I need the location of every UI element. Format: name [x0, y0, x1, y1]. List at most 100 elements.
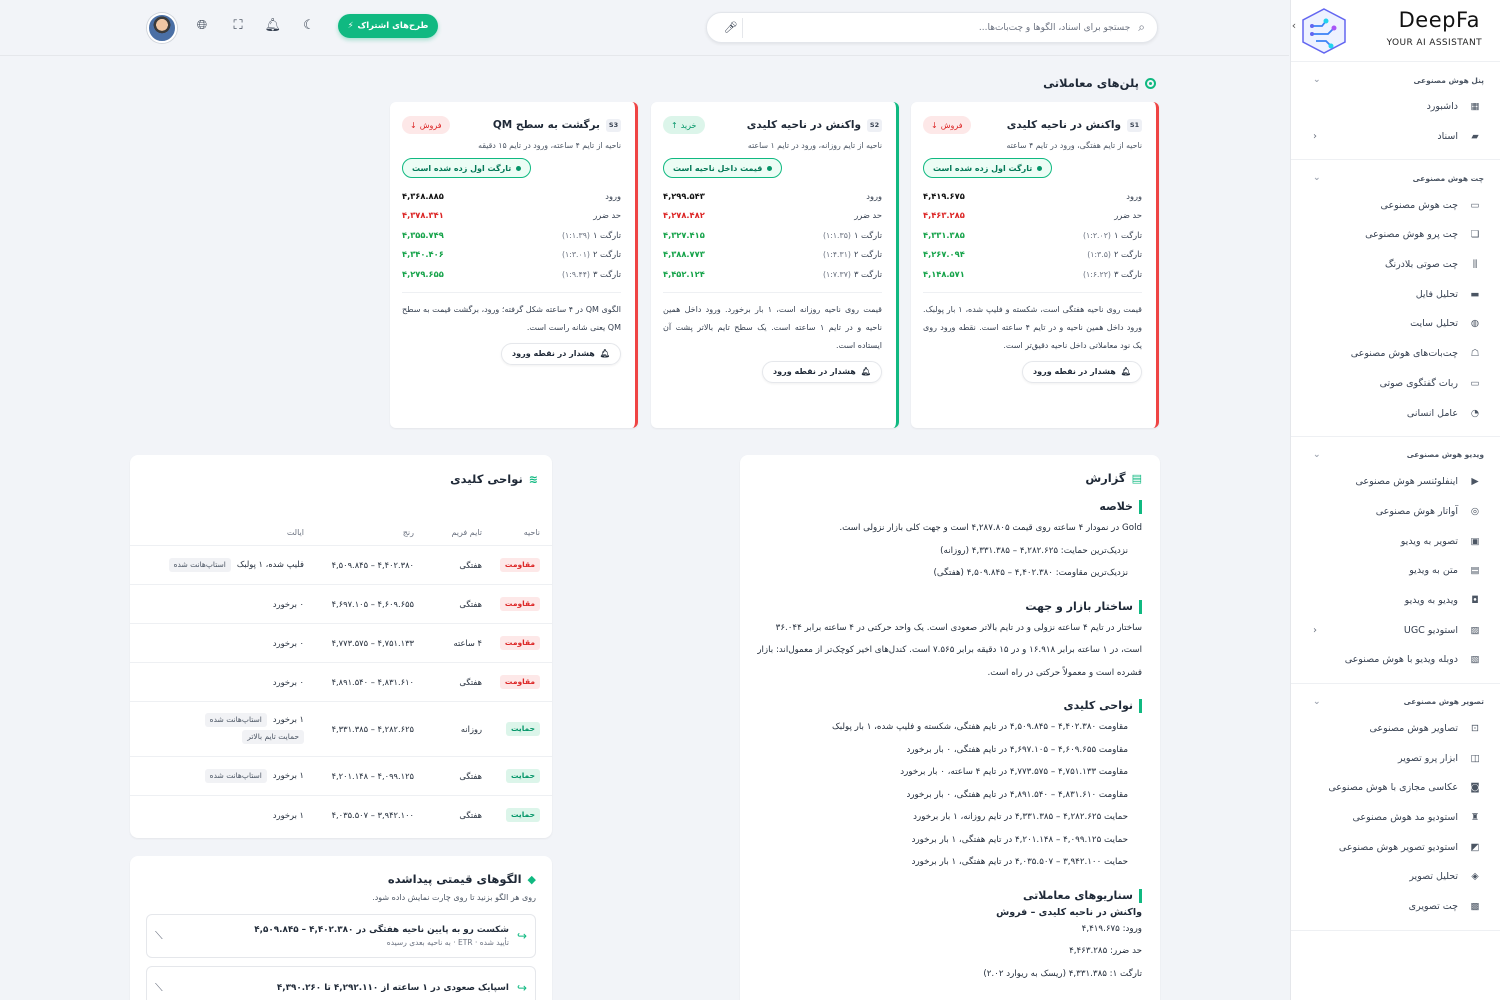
sidebar-item-label: داشبورد	[1426, 101, 1458, 113]
sidebar-item[interactable]: ◍ تحلیل سایت	[1291, 309, 1500, 339]
zone-state-cell: ۰ برخورد	[130, 661, 304, 701]
sidebar-item[interactable]: ▣ تصویر به ویدیو	[1291, 526, 1500, 556]
plan-status-badge: تارگت اول زده شده است	[923, 158, 1053, 178]
sidebar-item[interactable]: ◩ استودیو تصویر هوش مصنوعی	[1291, 832, 1500, 862]
entry-alert-button[interactable]: 🔔︎ هشدار در نقطه ورود	[762, 360, 882, 383]
entry-alert-button[interactable]: 🔔︎ هشدار در نقطه ورود	[1022, 360, 1142, 383]
chart-icon[interactable]: ⟋	[155, 929, 163, 943]
sidebar-item[interactable]: ⊡ تصاویر هوش مصنوعی	[1291, 714, 1500, 744]
plan-description: قیمت روی ناحیه هفتگی است، شکسته و فلیپ ش…	[923, 304, 1143, 350]
zone-timeframe: هفتگی	[414, 794, 482, 834]
sidebar-item[interactable]: ▦ داشبورد	[1291, 92, 1500, 122]
zone-state: ۱ برخورد	[272, 809, 304, 820]
fullscreen-icon[interactable]: ⛶	[230, 18, 246, 34]
summary-text: Gold در نمودار ۴ ساعته روی قیمت ۴,۲۸۷.۸۰…	[839, 523, 1142, 533]
brand-name: DeepFa	[1398, 8, 1480, 32]
search-bar[interactable]: ⌕ جستجو برای اسناد، الگوها و چت‌بات‌ها..…	[706, 12, 1158, 43]
sidebar-item[interactable]: ⫼ چت صوتی بلادرنگ	[1291, 250, 1500, 280]
sidebar-item[interactable]: ◎ آواتار هوش مصنوعی	[1291, 497, 1500, 527]
sidebar-item-label: ربات گفتگوی صوتی	[1379, 377, 1458, 389]
sidebar-item[interactable]: ▤ متن به ویدیو	[1291, 556, 1500, 586]
brand-logo[interactable]: DeepFa YOUR AI ASSISTANT ›	[1291, 0, 1500, 62]
status-dot-icon	[516, 165, 522, 171]
target-1-rr: (۱:۲.۰۲)	[1083, 230, 1111, 240]
sidebar-item-label: آواتار هوش مصنوعی	[1375, 505, 1458, 517]
subscription-plans-button[interactable]: طرح‌های اشتراک ⚡︎	[338, 14, 438, 38]
target-1-label: تارگت ۱	[592, 229, 621, 240]
table-row[interactable]: مقاومت هفتگی ۴,۸۳۱.۶۱۰ – ۴,۸۹۱.۵۴۰ ۰ برخ…	[130, 661, 552, 701]
sidebar-item[interactable]: ◘ ویدیو به ویدیو	[1291, 586, 1500, 616]
col-state: ایالت	[286, 528, 304, 538]
sidebar-collapse-chevron-icon[interactable]: ›	[1291, 18, 1301, 34]
sidebar-item[interactable]: ▭ ربات گفتگوی صوتی	[1291, 369, 1500, 399]
report-zone-line: حمایت ۴,۲۸۲.۶۲۵ – ۴,۳۳۱.۳۸۵ در تایم روزا…	[913, 812, 1128, 822]
zone-state: فلیپ شده، ۱ پولبک	[236, 558, 304, 569]
sidebar-item[interactable]: ♜ استودیو مد هوش مصنوعی	[1291, 803, 1500, 833]
grid-icon: ▦	[1470, 101, 1480, 113]
sidebar-item[interactable]: ▭ چت هوش مصنوعی	[1291, 190, 1500, 220]
report-zone-line: مقاومت ۴,۶۰۹.۶۵۵ – ۴,۶۹۷.۱۰۵ در تایم هفت…	[906, 744, 1128, 755]
sidebar-group-title[interactable]: ویدیو هوش مصنوعی ⌄	[1291, 443, 1500, 467]
chart-icon[interactable]: ⟋	[155, 981, 163, 995]
scenarios-heading: سناریوهای معاملاتی	[754, 888, 1142, 903]
sidebar-item[interactable]: ☖ چت‌بات‌های هوش مصنوعی	[1291, 339, 1500, 369]
sidebar-item[interactable]: ◫ ابزار پرو تصویر	[1291, 743, 1500, 773]
sidebar-group-title[interactable]: پنل هوش مصنوعی ⌄	[1291, 68, 1500, 92]
target-2-label: تارگت ۲	[592, 249, 621, 260]
plan-side-badge: فروش ↓	[402, 116, 450, 134]
table-row[interactable]: مقاومت هفتگی ۴,۶۰۹.۶۵۵ – ۴,۶۹۷.۱۰۵ ۰ برخ…	[130, 583, 552, 623]
table-row[interactable]: حمایت هفتگی ۳,۹۴۲.۱۰۰ – ۴,۰۳۵.۵۰۷ ۱ برخو…	[130, 794, 552, 834]
text-video-icon: ▤	[1470, 565, 1480, 577]
sidebar-item[interactable]: ◔ عامل انسانی	[1291, 398, 1500, 428]
target-3-label: تارگت ۳	[853, 268, 882, 279]
sidebar-item[interactable]: ▩ چت تصویری	[1291, 892, 1500, 922]
chevron-down-icon: ⌄	[1313, 449, 1321, 460]
table-row[interactable]: مقاومت هفتگی ۴,۴۰۲.۳۸۰ – ۴,۵۰۹.۸۴۵ فلیپ …	[130, 544, 552, 584]
shapes-icon: ◆	[527, 872, 536, 886]
table-row[interactable]: حمایت روزانه ۴,۲۸۲.۶۲۵ – ۴,۳۳۱.۳۸۵ ۱ برخ…	[130, 700, 552, 756]
user-avatar[interactable]	[147, 13, 177, 43]
pattern-item[interactable]: ↪ شکست رو به پایین ناحیه هفتگی در ۴,۴۰۲.…	[146, 914, 536, 958]
search-input[interactable]: جستجو برای اسناد، الگوها و چت‌بات‌ها...	[743, 23, 1130, 33]
sidebar-group-title[interactable]: چت هوش مصنوعی ⌄	[1291, 166, 1500, 190]
sidebar-group-title[interactable]: تصویر هوش مصنوعی ⌄	[1291, 690, 1500, 714]
sidebar-item[interactable]: ❏ چت پرو هوش مصنوعی	[1291, 220, 1500, 250]
trading-plan-card[interactable]: S2 واکنش در ناحیه کلیدی خرید ↑ ناحیه از ت…	[651, 102, 899, 428]
plan-title: برگشت به سطح QM	[492, 119, 600, 131]
summary-heading: خلاصه	[754, 500, 1142, 514]
plan-status-text: تارگت اول زده شده است	[933, 163, 1033, 173]
report-title-text: گزارش	[1085, 471, 1126, 485]
sidebar-item[interactable]: ◈ تحلیل تصویر	[1291, 862, 1500, 892]
sidebar-item[interactable]: ▶ اینفلوئنسر هوش مصنوعی	[1291, 467, 1500, 497]
dark-mode-moon-icon[interactable]: ☾	[301, 18, 317, 34]
trading-plan-card[interactable]: S3 برگشت به سطح QM فروش ↓ ناحیه از تایم ۴…	[390, 102, 638, 428]
report-title: ▤ گزارش	[754, 471, 1142, 485]
sidebar-group-title-text: چت هوش مصنوعی	[1412, 173, 1484, 183]
bell-icon: 🔔︎	[599, 349, 610, 358]
notification-bell-icon[interactable]: 🔔︎	[264, 18, 281, 34]
gallery-icon: ◩	[1470, 841, 1480, 853]
trading-plans-title: پلن‌های معاملاتی	[1043, 76, 1156, 90]
entry-alert-button[interactable]: 🔔︎ هشدار در نقطه ورود	[501, 342, 621, 365]
report-zone-line: مقاومت ۴,۴۰۲.۳۸۰ – ۴,۵۰۹.۸۴۵ در تایم هفت…	[831, 722, 1128, 732]
sidebar-item[interactable]: ▬ تحلیل فایل	[1291, 279, 1500, 309]
plan-side-label: فروش	[940, 120, 963, 130]
pattern-item[interactable]: ↪ اسپایک صعودی در ۱ ساعته از ۴,۲۹۲.۱۱۰ ت…	[146, 966, 536, 1000]
sidebar-item[interactable]: ▧ دوبله ویدیو با هوش مصنوعی	[1291, 645, 1500, 675]
sidebar-item-label: عکاسی مجازی با هوش مصنوعی	[1328, 782, 1458, 794]
sidebar-item[interactable]: ▰ اسناد ‹	[1291, 122, 1500, 152]
col-zone: ناحیه	[523, 528, 540, 538]
trading-plan-card[interactable]: S1 واکنش در ناحیه کلیدی فروش ↓ ناحیه از ت…	[911, 102, 1159, 428]
sidebar-item[interactable]: ▨ استودیو UGC ‹	[1291, 615, 1500, 645]
table-row[interactable]: مقاومت ۴ ساعته ۴,۷۵۱.۱۳۳ – ۴,۷۷۳.۵۷۵ ۰ ب…	[130, 622, 552, 662]
table-row[interactable]: حمایت هفتگی ۴,۰۹۹.۱۲۵ – ۴,۲۰۱.۱۴۸ ۱ برخو…	[130, 755, 552, 795]
zone-state-cell: ۱ برخورد استاپ‌هانت شده	[130, 755, 304, 795]
microphone-icon[interactable]: 🎤︎	[719, 17, 743, 38]
stop-hunt-badge: استاپ‌هانت شده	[168, 557, 231, 572]
sidebar-item-label: ابزار پرو تصویر	[1398, 752, 1458, 764]
language-globe-icon[interactable]: 🌐︎	[194, 18, 210, 34]
avatar-icon: ◎	[1470, 505, 1480, 517]
stop-value: ۴,۴۶۳.۲۸۵	[923, 210, 965, 221]
document-icon: ▤	[1131, 471, 1142, 485]
sidebar-item[interactable]: ◙ عکاسی مجازی با هوش مصنوعی	[1291, 773, 1500, 803]
